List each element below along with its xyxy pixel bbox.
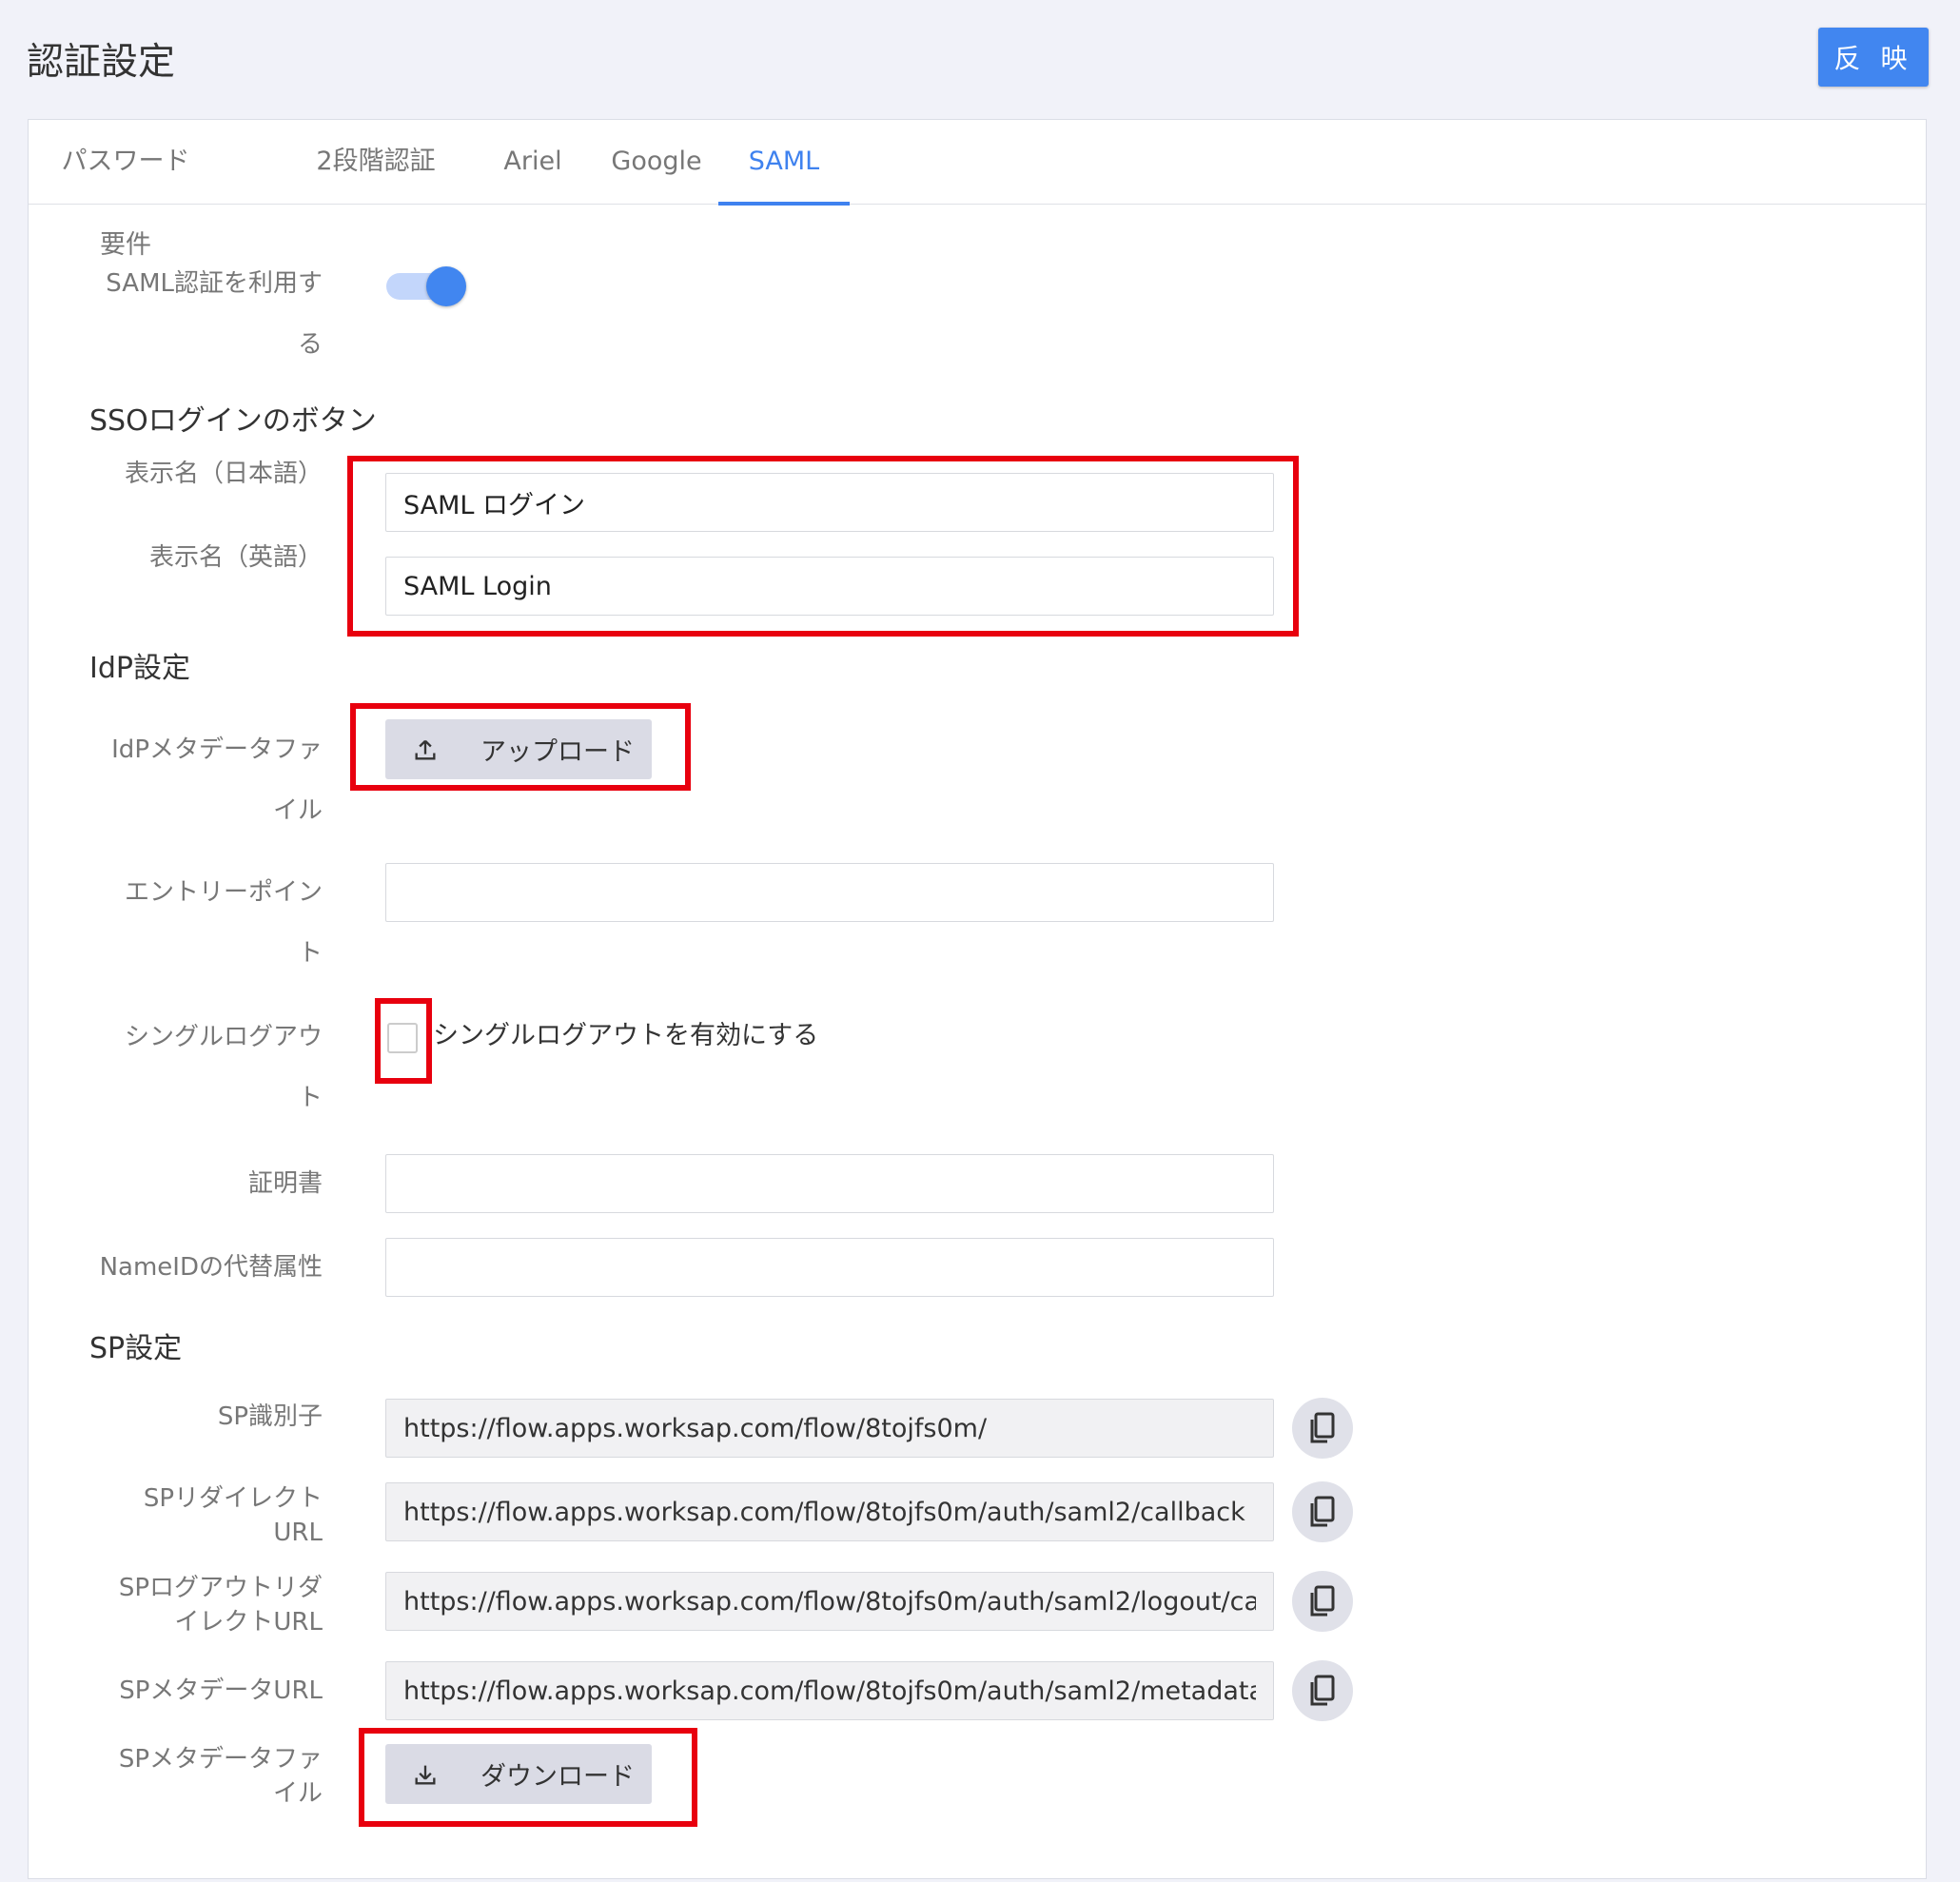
idp-section-title: IdP設定 — [89, 652, 190, 685]
idp-metadata-file-label: IdPメタデータファ イル — [111, 735, 323, 825]
tab-two-factor[interactable]: 2段階認証 — [304, 120, 447, 204]
download-button[interactable]: ダウンロード — [385, 1744, 652, 1804]
active-tab-indicator — [718, 202, 850, 206]
sp-metadata-file-label: SPメタデータファ イル — [118, 1745, 323, 1808]
display-name-en-input[interactable] — [385, 557, 1274, 616]
certificate-label: 証明書 — [247, 1169, 323, 1198]
sp-metadata-url-label: SPメタデータURL — [119, 1676, 323, 1705]
tab-saml[interactable]: SAML — [718, 120, 850, 206]
copy-sp-entity-id-button[interactable] — [1292, 1398, 1353, 1459]
tab-saml-label: SAML — [748, 147, 820, 176]
copy-icon — [1310, 1675, 1335, 1706]
upload-button-label: アップロード — [480, 737, 635, 767]
apply-button[interactable]: 反 映 — [1818, 28, 1929, 87]
saml-enable-toggle[interactable] — [386, 265, 466, 306]
tab-bar: パスワード要件 2段階認証 Ariel Google SAML — [29, 120, 1926, 260]
tab-ariel[interactable]: Ariel — [485, 120, 580, 204]
entry-point-label: エントリーポイン ト — [124, 878, 323, 968]
single-logout-label: シングルログアウ ト — [124, 1023, 323, 1112]
download-button-label: ダウンロード — [480, 1762, 635, 1792]
certificate-input[interactable] — [385, 1154, 1274, 1213]
copy-icon — [1310, 1585, 1335, 1617]
toggle-knob — [426, 266, 466, 306]
nameid-attribute-input[interactable] — [385, 1238, 1274, 1297]
nameid-attribute-label: NameIDの代替属性 — [99, 1253, 323, 1282]
entry-point-input[interactable] — [385, 863, 1274, 922]
copy-icon — [1310, 1412, 1335, 1443]
settings-card: パスワード要件 2段階認証 Ariel Google SAML SAML認証を利… — [28, 119, 1927, 1879]
download-icon — [415, 1765, 436, 1784]
single-logout-checkbox[interactable] — [387, 1023, 418, 1053]
copy-icon — [1310, 1496, 1335, 1527]
sp-entity-id-input[interactable] — [385, 1399, 1274, 1458]
copy-sp-redirect-url-button[interactable] — [1292, 1481, 1353, 1542]
copy-sp-logout-redirect-url-button[interactable] — [1292, 1571, 1353, 1632]
sp-logout-redirect-url-input[interactable] — [385, 1572, 1274, 1631]
sso-button-section-title: SSOログインのボタン — [89, 404, 377, 438]
display-name-en-label: 表示名（英語） — [148, 543, 323, 572]
upload-icon — [415, 739, 436, 759]
upload-button[interactable]: アップロード — [385, 719, 652, 779]
sp-entity-id-label: SP識別子 — [217, 1402, 323, 1431]
tab-google[interactable]: Google — [599, 120, 714, 204]
tab-password[interactable]: パスワード要件 — [49, 120, 202, 260]
sp-metadata-url-input[interactable] — [385, 1661, 1274, 1720]
display-name-ja-input[interactable] — [385, 473, 1274, 532]
sp-redirect-url-input[interactable] — [385, 1482, 1274, 1541]
sp-section-title: SP設定 — [89, 1332, 183, 1365]
single-logout-checkbox-label[interactable]: シングルログアウトを有効にする — [433, 1014, 818, 1051]
display-name-ja-label: 表示名（日本語） — [124, 460, 323, 488]
sp-redirect-url-label: SPリダイレクト URL — [143, 1484, 323, 1547]
copy-sp-metadata-url-button[interactable] — [1292, 1660, 1353, 1721]
sp-logout-redirect-url-label: SPログアウトリダ イレクトURL — [118, 1574, 323, 1637]
saml-enable-label: SAML認証を利用す る — [106, 269, 323, 359]
page-title: 認証設定 — [27, 41, 176, 84]
